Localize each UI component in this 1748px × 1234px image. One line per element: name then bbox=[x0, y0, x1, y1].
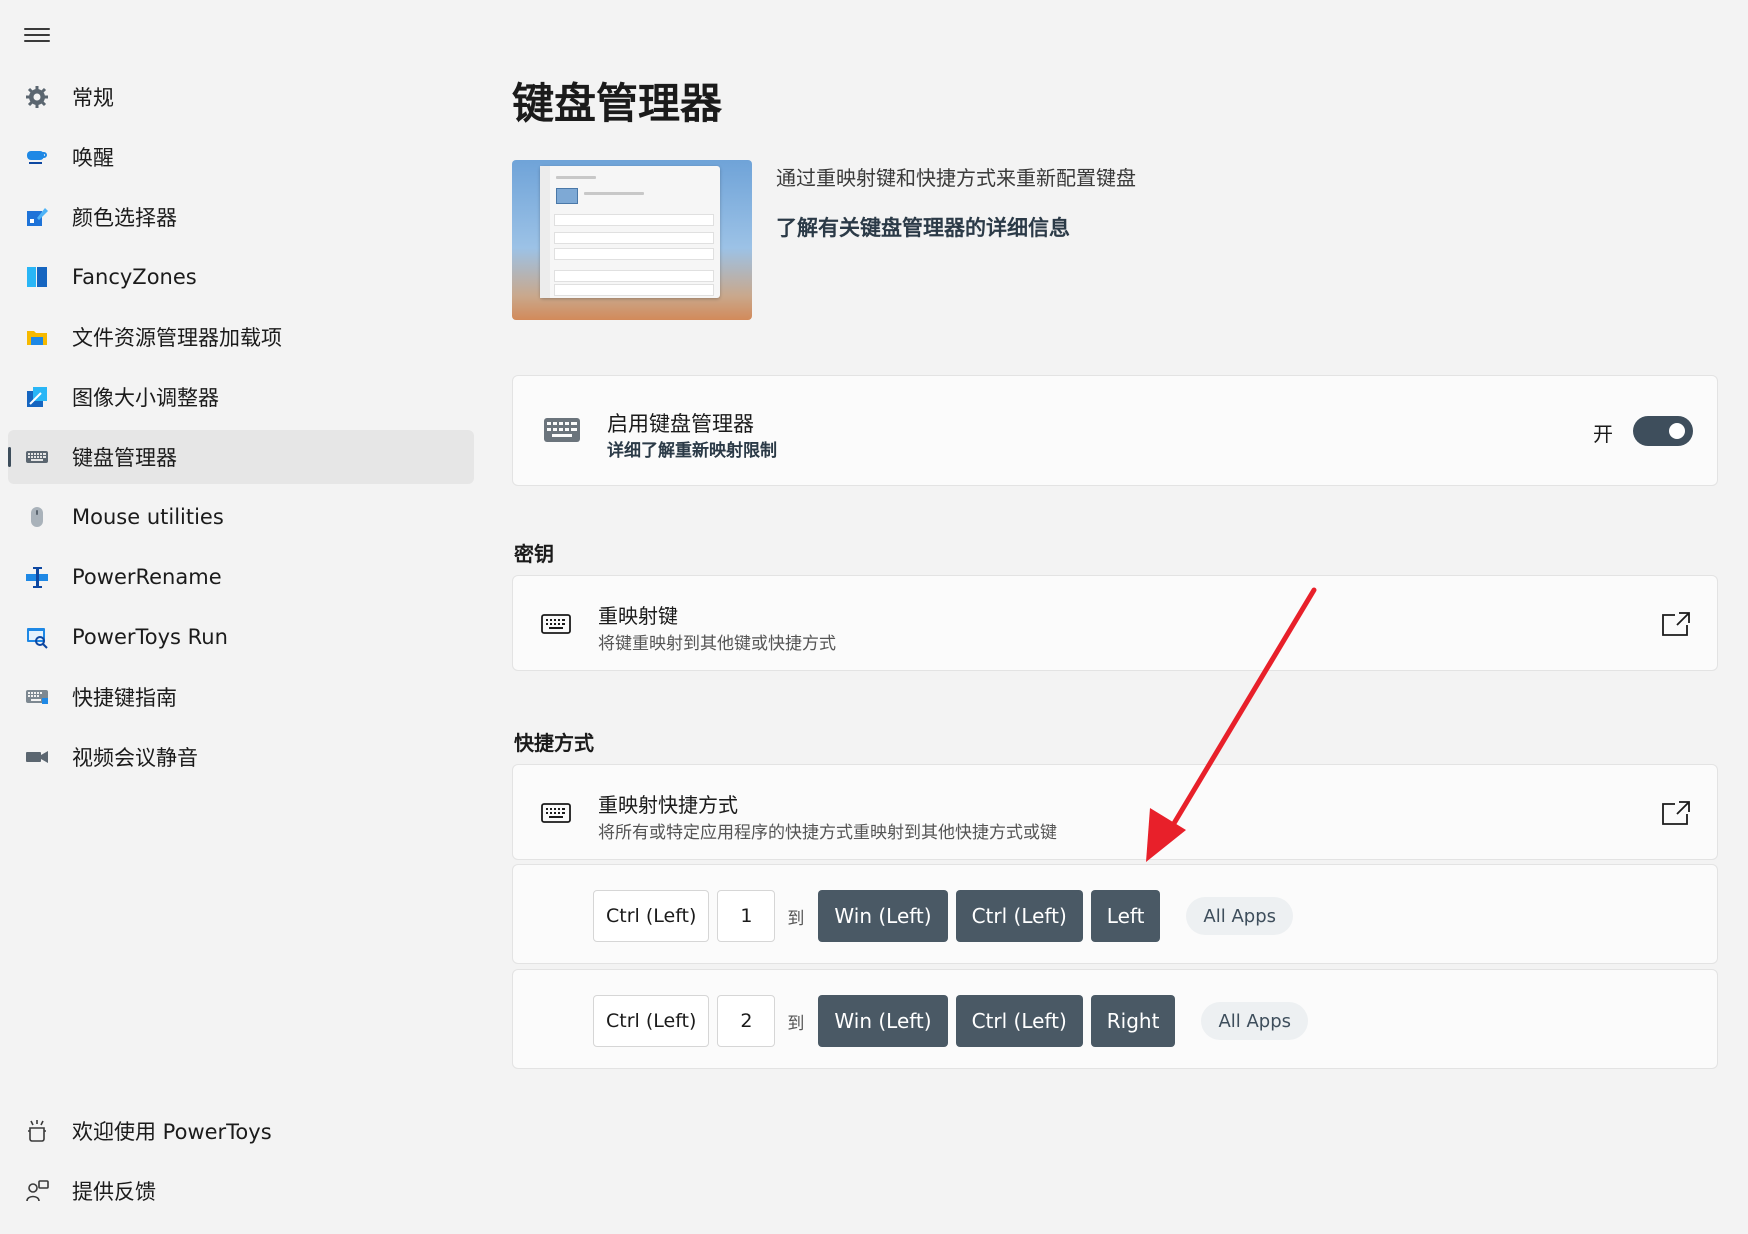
sidebar-item-powerrename[interactable]: PowerRename bbox=[8, 550, 474, 604]
shortcut-mapping-row: Ctrl (Left) 1 到 Win (Left) Ctrl (Left) L… bbox=[512, 864, 1718, 964]
open-external-icon[interactable] bbox=[1661, 800, 1691, 826]
to-label: 到 bbox=[787, 908, 805, 929]
sidebar-item-welcome[interactable]: 欢迎使用 PowerToys bbox=[8, 1104, 474, 1158]
fancyzones-icon bbox=[24, 264, 50, 290]
to-label: 到 bbox=[787, 1013, 805, 1034]
target-app-pill[interactable]: All Apps bbox=[1201, 1002, 1309, 1040]
hero-image bbox=[512, 160, 752, 320]
sidebar-item-label: 图像大小调整器 bbox=[72, 386, 219, 410]
to-key: Ctrl (Left) bbox=[955, 890, 1083, 942]
to-key: Win (Left) bbox=[818, 995, 948, 1047]
remap-shortcuts-card[interactable]: 重映射快捷方式 将所有或特定应用程序的快捷方式重映射到其他快捷方式或键 bbox=[512, 764, 1718, 860]
page-title: 键盘管理器 bbox=[512, 79, 723, 128]
sidebar-item-label: PowerRename bbox=[72, 565, 222, 589]
remap-limits-link[interactable]: 详细了解重新映射限制 bbox=[607, 436, 777, 461]
sidebar-item-label: Mouse utilities bbox=[72, 505, 224, 529]
sidebar-item-label: 快捷键指南 bbox=[72, 686, 177, 710]
sidebar-item-label: 欢迎使用 PowerToys bbox=[72, 1120, 272, 1144]
sidebar-item-label: 视频会议静音 bbox=[72, 746, 198, 770]
sidebar-item-label: 提供反馈 bbox=[72, 1180, 156, 1204]
hamburger-menu-icon[interactable] bbox=[24, 24, 50, 46]
to-key: Ctrl (Left) bbox=[955, 995, 1083, 1047]
enable-toggle[interactable] bbox=[1633, 416, 1693, 446]
toggle-knob bbox=[1669, 423, 1685, 439]
gear-icon bbox=[24, 84, 50, 110]
shortcut-mapping-row: Ctrl (Left) 2 到 Win (Left) Ctrl (Left) R… bbox=[512, 969, 1718, 1069]
keyboard-icon bbox=[24, 444, 50, 470]
sidebar-item-label: 键盘管理器 bbox=[72, 446, 177, 470]
sidebar-item-label: PowerToys Run bbox=[72, 625, 228, 649]
sidebar-item-mouse-utilities[interactable]: Mouse utilities bbox=[8, 490, 474, 544]
remap-shortcuts-title: 重映射快捷方式 bbox=[598, 793, 738, 817]
sidebar-item-color-picker[interactable]: 颜色选择器 bbox=[8, 190, 474, 244]
sidebar-item-label: 文件资源管理器加载项 bbox=[72, 326, 282, 350]
from-key: 2 bbox=[717, 995, 776, 1047]
folder-icon bbox=[24, 324, 50, 350]
open-external-icon[interactable] bbox=[1661, 611, 1691, 637]
nav-list: 常规 唤醒 颜色选择器 FancyZones 文件资源管理器加载项 图像大小调整… bbox=[8, 70, 474, 790]
remap-keys-subtitle: 将键重映射到其他键或快捷方式 bbox=[598, 634, 836, 654]
sidebar-item-label: 颜色选择器 bbox=[72, 206, 177, 230]
mapping-keys: Ctrl (Left) 2 到 Win (Left) Ctrl (Left) R… bbox=[593, 995, 1309, 1047]
nav-bottom: 欢迎使用 PowerToys 提供反馈 bbox=[8, 1104, 474, 1224]
sidebar-item-label: 常规 bbox=[72, 86, 114, 110]
remap-keys-title: 重映射键 bbox=[598, 604, 678, 628]
sidebar: 常规 唤醒 颜色选择器 FancyZones 文件资源管理器加载项 图像大小调整… bbox=[0, 0, 480, 1234]
from-key: Ctrl (Left) bbox=[593, 995, 710, 1047]
sidebar-item-awake[interactable]: 唤醒 bbox=[8, 130, 474, 184]
from-key: Ctrl (Left) bbox=[593, 890, 710, 942]
welcome-icon bbox=[24, 1118, 50, 1144]
section-header-keys: 密钥 bbox=[514, 542, 554, 566]
color-picker-icon bbox=[24, 204, 50, 230]
sidebar-item-label: 唤醒 bbox=[72, 146, 114, 170]
run-icon bbox=[24, 624, 50, 650]
keyboard-icon bbox=[541, 613, 571, 639]
toggle-state-label: 开 bbox=[1593, 422, 1613, 446]
sidebar-item-file-explorer-addons[interactable]: 文件资源管理器加载项 bbox=[8, 310, 474, 364]
hero-window-preview bbox=[540, 166, 720, 298]
section-header-shortcuts: 快捷方式 bbox=[514, 731, 594, 755]
feedback-icon bbox=[24, 1178, 50, 1204]
remap-keys-card[interactable]: 重映射键 将键重映射到其他键或快捷方式 bbox=[512, 575, 1718, 671]
from-key: 1 bbox=[717, 890, 776, 942]
learn-more-link[interactable]: 了解有关键盘管理器的详细信息 bbox=[776, 212, 1070, 242]
mapping-keys: Ctrl (Left) 1 到 Win (Left) Ctrl (Left) L… bbox=[593, 890, 1294, 942]
sidebar-item-general[interactable]: 常规 bbox=[8, 70, 474, 124]
sidebar-item-feedback[interactable]: 提供反馈 bbox=[8, 1164, 474, 1218]
keyboard-icon bbox=[543, 416, 581, 448]
shortcut-guide-icon bbox=[24, 684, 50, 710]
to-key: Right bbox=[1090, 995, 1176, 1047]
rename-icon bbox=[24, 564, 50, 590]
to-key: Left bbox=[1090, 890, 1161, 942]
remap-shortcuts-subtitle: 将所有或特定应用程序的快捷方式重映射到其他快捷方式或键 bbox=[598, 823, 1057, 843]
sidebar-item-video-conference-mute[interactable]: 视频会议静音 bbox=[8, 730, 474, 784]
image-resizer-icon bbox=[24, 384, 50, 410]
sidebar-item-powertoys-run[interactable]: PowerToys Run bbox=[8, 610, 474, 664]
target-app-pill[interactable]: All Apps bbox=[1186, 897, 1294, 935]
enable-title: 启用键盘管理器 bbox=[607, 412, 754, 436]
enable-keyboard-manager-card: 启用键盘管理器 详细了解重新映射限制 开 bbox=[512, 375, 1718, 486]
coffee-cup-icon bbox=[24, 144, 50, 170]
to-key: Win (Left) bbox=[818, 890, 948, 942]
sidebar-item-fancyzones[interactable]: FancyZones bbox=[8, 250, 474, 304]
sidebar-item-shortcut-guide[interactable]: 快捷键指南 bbox=[8, 670, 474, 724]
sidebar-item-label: FancyZones bbox=[72, 265, 197, 289]
keyboard-icon bbox=[541, 802, 571, 828]
mouse-icon bbox=[24, 504, 50, 530]
camera-icon bbox=[24, 744, 50, 770]
sidebar-item-keyboard-manager[interactable]: 键盘管理器 bbox=[8, 430, 474, 484]
sidebar-item-image-resizer[interactable]: 图像大小调整器 bbox=[8, 370, 474, 424]
page-description: 通过重映射键和快捷方式来重新配置键盘 bbox=[776, 166, 1136, 190]
